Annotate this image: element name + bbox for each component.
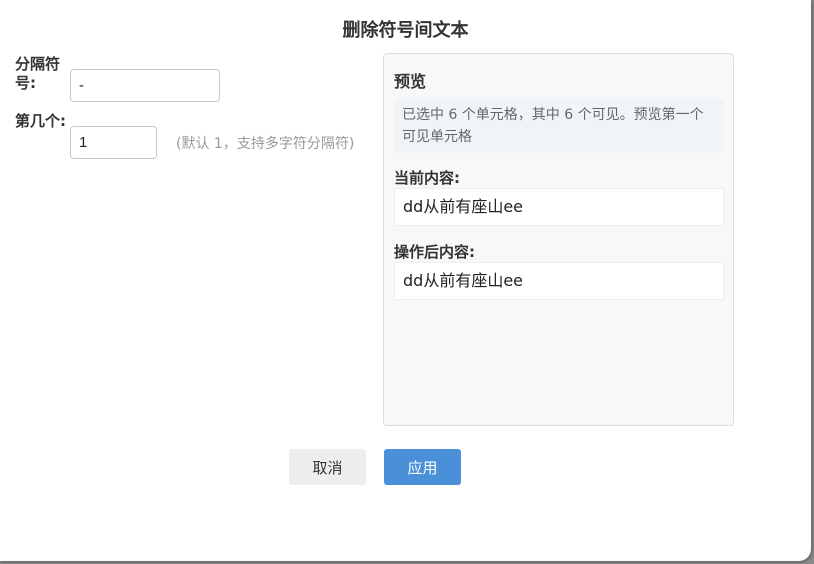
after-content-value: dd从前有座山ee xyxy=(394,262,724,300)
apply-button[interactable]: 应用 xyxy=(384,449,461,485)
index-label: 第几个: xyxy=(15,112,66,130)
current-content-value: dd从前有座山ee xyxy=(394,188,724,226)
preview-panel: 预览 已选中 6 个单元格，其中 6 个可见。预览第一个可见单元格 当前内容: … xyxy=(383,53,734,426)
cancel-button[interactable]: 取消 xyxy=(289,449,366,485)
after-content-label: 操作后内容: xyxy=(394,243,475,261)
delete-text-between-symbols-dialog: 删除符号间文本 分隔符号: 第几个: (默认 1，支持多字符分隔符) 预览 已选… xyxy=(0,0,811,561)
dialog-title: 删除符号间文本 xyxy=(342,20,469,41)
current-content-label: 当前内容: xyxy=(394,169,460,187)
index-hint: (默认 1，支持多字符分隔符) xyxy=(176,136,355,152)
separator-label: 分隔符号: xyxy=(15,55,61,92)
preview-title: 预览 xyxy=(394,72,427,91)
separator-input[interactable] xyxy=(70,69,220,102)
preview-info: 已选中 6 个单元格，其中 6 个可见。预览第一个可见单元格 xyxy=(394,99,724,153)
